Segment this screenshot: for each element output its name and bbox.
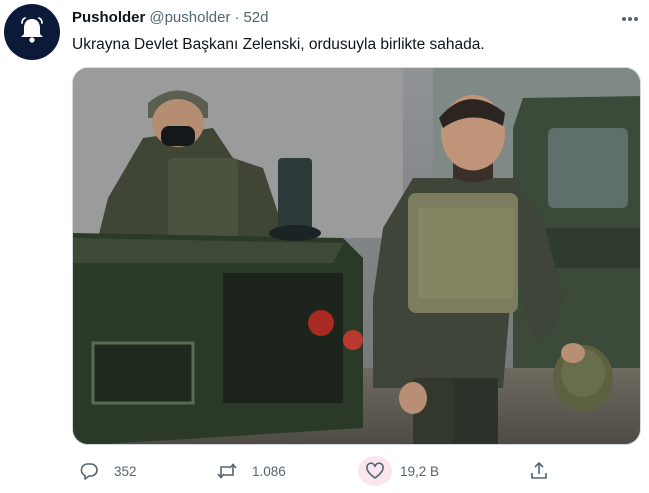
like-count: 19,2 B	[400, 463, 440, 479]
reply-count: 352	[114, 463, 137, 479]
tweet[interactable]: Pusholder @pusholder · 52d Ukrayna Devle…	[0, 0, 649, 493]
separator-dot: ·	[234, 9, 240, 26]
reply-button[interactable]: 352	[72, 456, 137, 486]
tweet-header: Pusholder @pusholder · 52d	[72, 8, 269, 28]
share-icon	[522, 456, 556, 486]
avatar[interactable]	[4, 4, 60, 60]
more-icon	[621, 9, 639, 27]
bell-icon	[15, 13, 49, 52]
retweet-count: 1.086	[252, 463, 286, 479]
more-options-button[interactable]	[618, 6, 642, 30]
retweet-icon	[210, 456, 244, 486]
tweet-actions: 352 1.086 19,2 B	[72, 456, 641, 486]
tweet-photo[interactable]	[72, 67, 641, 445]
like-button[interactable]: 19,2 B	[358, 456, 439, 486]
share-button[interactable]	[522, 456, 556, 486]
heart-icon	[358, 456, 392, 486]
tweet-text: Ukrayna Devlet Başkanı Zelenski, ordusuy…	[72, 36, 485, 53]
author-handle[interactable]: @pusholder	[149, 8, 230, 28]
retweet-button[interactable]: 1.086	[210, 456, 286, 486]
author-name[interactable]: Pusholder	[72, 8, 145, 28]
speech-bubble-icon	[72, 456, 106, 486]
timestamp[interactable]: 52d	[243, 8, 268, 28]
